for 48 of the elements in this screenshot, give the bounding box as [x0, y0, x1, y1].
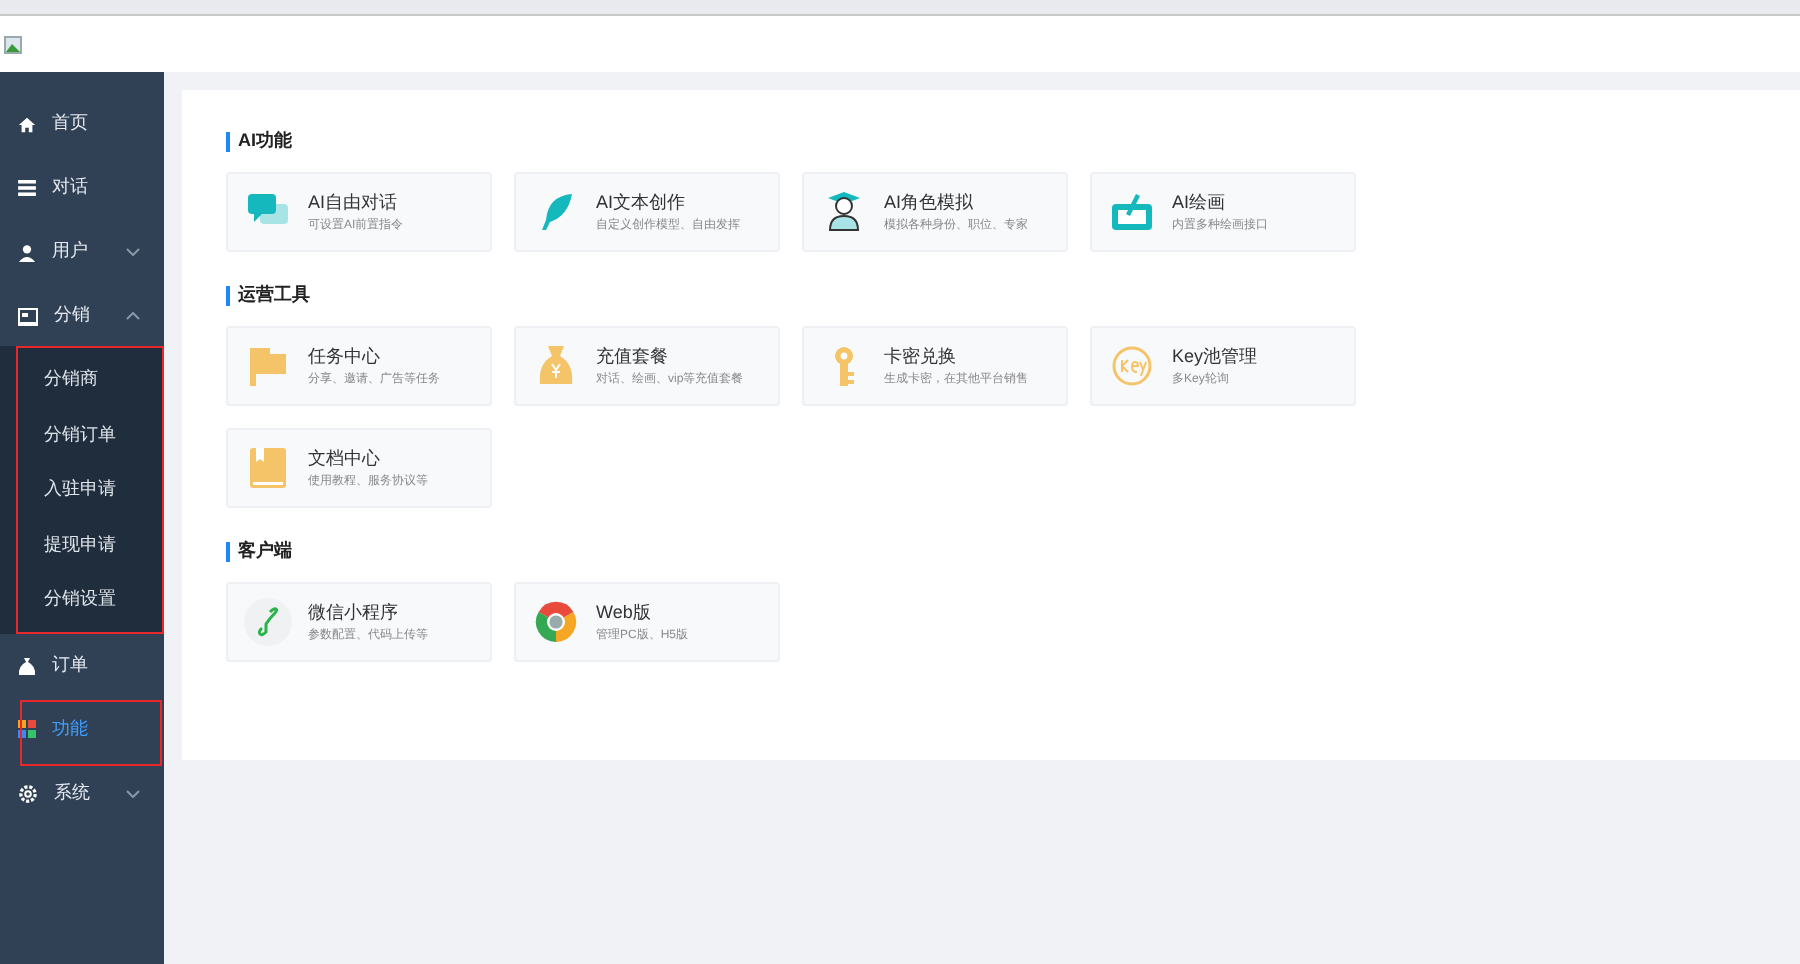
- sidebar-item[interactable]: 功能: [52, 716, 140, 744]
- submenu-item[interactable]: 入驻申请: [44, 476, 116, 504]
- submenu-item[interactable]: 分销商: [44, 366, 98, 394]
- card-icon: [18, 307, 38, 325]
- chevron-down-icon: [126, 789, 140, 798]
- book-icon: [250, 448, 286, 488]
- card-title: 卡密兑换: [884, 345, 958, 367]
- feather-icon: [538, 192, 574, 232]
- chat-bubbles-icon: [248, 194, 288, 230]
- submenu-item[interactable]: 分销设置: [44, 586, 116, 614]
- easel-icon: [1112, 194, 1152, 230]
- sidebar-item[interactable]: 用户: [52, 238, 110, 266]
- chevron-up-icon: [126, 312, 140, 320]
- sidebar-item[interactable]: 首页: [52, 110, 140, 138]
- submenu-item[interactable]: 提现申请: [44, 531, 116, 559]
- chevron-down-icon: [126, 248, 140, 256]
- graduate-icon: [826, 192, 862, 232]
- key-icon: [830, 346, 858, 386]
- sidebar-item[interactable]: 分销: [54, 302, 110, 330]
- card-title: AI角色模拟: [884, 191, 976, 213]
- chain-link-icon: [244, 598, 292, 646]
- card-title: 充值套餐: [596, 345, 670, 367]
- sidebar-item[interactable]: 订单: [52, 652, 140, 680]
- card-title: 任务中心: [308, 345, 382, 367]
- sidebar-item[interactable]: 系统: [54, 780, 110, 808]
- card-title: AI自由对话: [308, 191, 400, 213]
- card-title: AI绘画: [1172, 191, 1228, 213]
- key-badge-icon: [1112, 346, 1152, 386]
- home-icon: [18, 115, 36, 133]
- broken-image-icon: [4, 35, 22, 53]
- card-title: AI文本创作: [596, 191, 688, 213]
- list-icon: [18, 180, 36, 196]
- user-icon: [18, 243, 36, 261]
- sidebar-item[interactable]: 对话: [52, 174, 140, 202]
- card-title: 文档中心: [308, 447, 382, 469]
- section-title: 客户端: [238, 538, 292, 565]
- grid-icon: [18, 720, 36, 739]
- flag-icon: [250, 346, 286, 386]
- browser-logo-icon: [534, 600, 578, 644]
- card-title: 微信小程序: [308, 601, 400, 623]
- card-title: Key池管理: [1172, 345, 1258, 367]
- money-bag-icon: [538, 346, 574, 386]
- settings-icon: [18, 783, 38, 804]
- card-title: Web版: [596, 601, 653, 623]
- section-title: 运营工具: [238, 282, 310, 309]
- submenu-item[interactable]: 分销订单: [44, 421, 116, 449]
- money-bag-icon: [18, 655, 36, 676]
- section-title: AI功能: [238, 128, 292, 155]
